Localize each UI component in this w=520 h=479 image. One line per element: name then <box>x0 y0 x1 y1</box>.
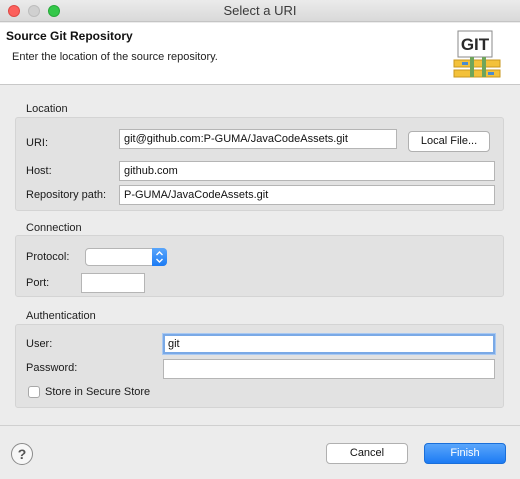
port-input[interactable] <box>81 273 145 293</box>
help-icon[interactable]: ? <box>11 443 33 465</box>
user-label: User: <box>26 338 53 350</box>
user-input[interactable]: git <box>163 334 495 354</box>
chevron-up-down-icon <box>156 251 163 263</box>
location-group: URI: git@github.com:P-GUMA/JavaCodeAsset… <box>15 117 504 211</box>
repository-path-label: Repository path: <box>26 189 107 201</box>
protocol-dropdown-arrow[interactable] <box>152 248 167 266</box>
uri-input[interactable]: git@github.com:P-GUMA/JavaCodeAssets.git <box>119 129 397 149</box>
connection-group: Protocol: Port: <box>15 235 504 297</box>
port-label: Port: <box>26 277 50 289</box>
protocol-label: Protocol: <box>26 251 70 263</box>
protocol-select[interactable] <box>85 248 167 266</box>
authentication-group: User: git Password: Store in Secure Stor… <box>15 324 504 408</box>
host-label: Host: <box>26 165 52 177</box>
git-logo-icon: GIT <box>453 30 501 78</box>
footer-divider <box>0 425 520 426</box>
page-title: Source Git Repository <box>6 29 133 43</box>
uri-label: URI: <box>26 137 48 149</box>
git-logo-text: GIT <box>461 35 490 54</box>
password-label: Password: <box>26 362 78 374</box>
repository-path-input[interactable]: P-GUMA/JavaCodeAssets.git <box>119 185 495 205</box>
authentication-group-label: Authentication <box>26 310 96 322</box>
title-bar: Select a URI <box>0 0 520 22</box>
window-title: Select a URI <box>223 3 297 18</box>
local-file-button[interactable]: Local File... <box>408 131 490 152</box>
password-input[interactable] <box>163 359 495 379</box>
finish-button[interactable]: Finish <box>424 443 506 464</box>
select-uri-dialog: Select a URI Source Git Repository Enter… <box>0 0 520 479</box>
cancel-button[interactable]: Cancel <box>326 443 408 464</box>
page-description: Enter the location of the source reposit… <box>12 51 218 63</box>
connection-group-label: Connection <box>26 222 82 234</box>
wizard-header: Source Git Repository Enter the location… <box>0 23 520 85</box>
store-secure-label: Store in Secure Store <box>45 386 151 398</box>
location-group-label: Location <box>26 103 68 115</box>
host-input[interactable]: github.com <box>119 161 495 181</box>
store-secure-checkbox[interactable] <box>28 386 40 398</box>
